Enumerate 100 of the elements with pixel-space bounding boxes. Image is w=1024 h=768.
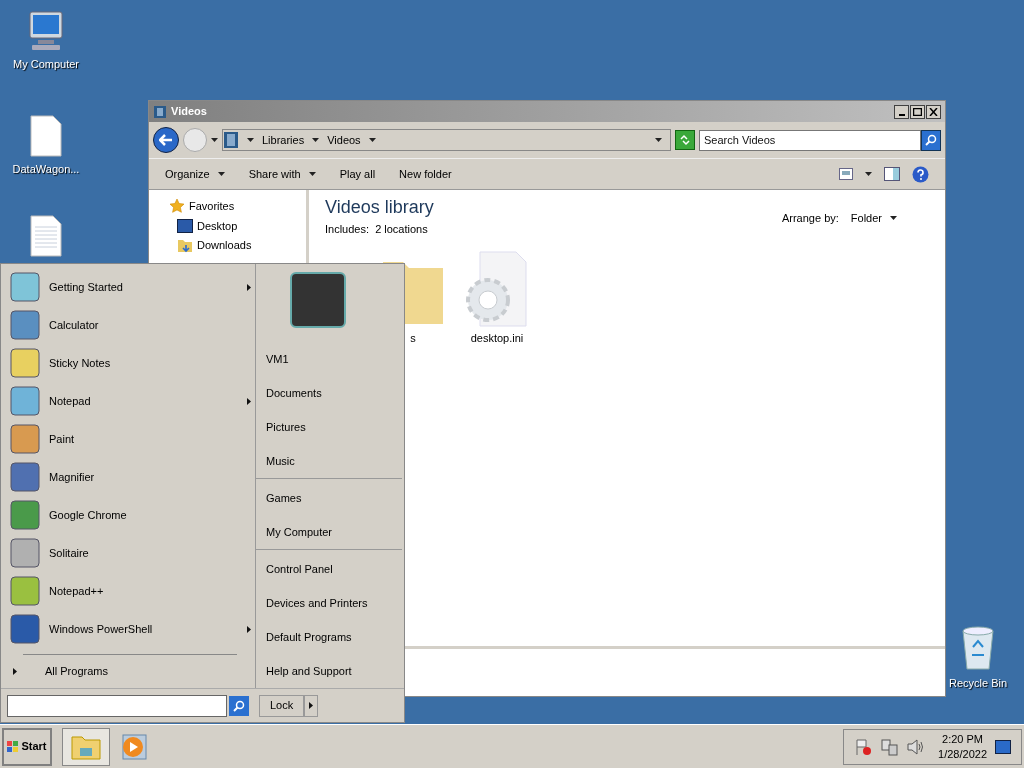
right-arrow-icon (309, 702, 314, 709)
breadcrumb[interactable]: Videos (327, 131, 361, 149)
back-button[interactable] (153, 127, 179, 153)
close-button[interactable] (926, 104, 941, 119)
right-arrow-icon (13, 667, 17, 675)
document-icon[interactable] (29, 215, 63, 257)
file-name[interactable]: desktop.ini (470, 329, 524, 346)
desktop-icon-label[interactable]: My Computer (13, 56, 79, 73)
program-icon (9, 347, 41, 379)
submenu-arrow-icon (247, 625, 251, 633)
breadcrumb-caret-icon (247, 138, 254, 142)
search-icon (233, 699, 245, 712)
program-item[interactable]: Sticky Notes (9, 344, 251, 382)
search-field[interactable] (7, 694, 227, 717)
toolbar-button[interactable]: Organize (161, 163, 229, 185)
breadcrumb-caret-icon (312, 138, 320, 142)
place-item[interactable]: Help and Support (256, 654, 402, 688)
program-item[interactable]: Windows PowerShell (9, 610, 251, 648)
caret-icon (308, 172, 316, 176)
breadcrumb[interactable]: Libraries (262, 131, 305, 149)
program-label: Notepad++ (49, 583, 105, 599)
refresh-button[interactable] (675, 130, 695, 150)
window-title: Videos (171, 104, 207, 120)
network-icon[interactable] (880, 737, 899, 756)
help-icon[interactable] (912, 165, 929, 183)
library-title: Videos library (325, 196, 434, 219)
history-caret-icon (211, 138, 218, 142)
program-icon (9, 309, 41, 341)
computer-icon[interactable] (26, 10, 66, 52)
place-item[interactable]: Documents (256, 376, 402, 410)
program-item[interactable]: Notepad (9, 382, 251, 420)
program-label: Calculator (49, 317, 100, 333)
program-item[interactable]: Magnifier (9, 458, 251, 496)
refresh-icon (679, 134, 691, 146)
program-item[interactable]: Notepad++ (9, 572, 251, 610)
toolbar-button[interactable]: Play all (335, 163, 380, 185)
search-button[interactable] (921, 129, 941, 151)
left-arrow-icon (159, 134, 173, 146)
toolbar-button[interactable]: Share with (244, 163, 320, 185)
preview-pane-icon[interactable] (884, 167, 900, 181)
arrange-dropdown[interactable]: Folder (850, 210, 897, 227)
taskbar-explorer-button[interactable] (62, 727, 110, 766)
nav-item[interactable]: Desktop (197, 217, 238, 234)
program-item[interactable]: Google Chrome (9, 496, 251, 534)
program-item[interactable]: Solitaire (9, 534, 251, 572)
file-item[interactable]: desktop.ini (457, 249, 537, 346)
place-item[interactable]: My Computer (256, 515, 402, 549)
windows-logo-icon (7, 740, 20, 753)
arrange-label: Arrange by: (781, 211, 839, 226)
all-programs-item[interactable]: All Programs (9, 656, 251, 686)
program-label: Notepad (49, 393, 92, 409)
program-icon (9, 461, 41, 493)
folder-icon (177, 237, 193, 254)
place-item[interactable]: Default Programs (256, 620, 402, 654)
desktop-icon-label[interactable]: DataWagon... (12, 161, 80, 178)
speaker-icon[interactable] (906, 737, 925, 756)
minimize-icon (898, 113, 905, 116)
recycle-bin-icon[interactable] (960, 625, 996, 671)
view-options-icon[interactable] (839, 168, 853, 180)
file-name[interactable]: s (410, 329, 416, 346)
minimize-button[interactable] (894, 104, 909, 119)
maximize-button[interactable] (910, 104, 925, 119)
place-item[interactable]: VM1 (256, 342, 402, 376)
place-item[interactable]: Music (256, 444, 402, 478)
submenu-arrow-icon (247, 283, 251, 291)
desktop-icon-label[interactable]: Recycle Bin (948, 675, 1008, 692)
program-item[interactable]: Calculator (9, 306, 251, 344)
program-label: Getting Started (49, 279, 124, 295)
place-item[interactable]: Control Panel (256, 552, 402, 586)
folder-icon (71, 733, 101, 760)
program-icon (9, 385, 41, 417)
start-button[interactable]: Start (2, 727, 52, 766)
desktop-icon (177, 218, 193, 233)
nav-item[interactable]: Downloads (197, 237, 252, 254)
lock-button[interactable]: Lock (259, 694, 305, 717)
document-icon[interactable] (29, 115, 63, 157)
search-field[interactable]: Search Videos (699, 129, 921, 151)
show-desktop-icon[interactable] (995, 739, 1011, 754)
address-dropdown-icon (655, 138, 662, 142)
program-icon (9, 575, 41, 607)
program-label: Paint (49, 431, 76, 447)
place-item[interactable]: Pictures (256, 410, 402, 444)
place-item[interactable]: Games (256, 481, 402, 515)
search-icon (925, 134, 937, 146)
nav-header[interactable]: Favorites (189, 198, 235, 215)
program-label: Magnifier (49, 469, 96, 485)
program-label: Sticky Notes (49, 355, 112, 371)
program-item[interactable]: Paint (9, 420, 251, 458)
program-item[interactable]: Getting Started (9, 268, 251, 306)
caret-icon (890, 216, 897, 221)
user-picture (290, 272, 346, 328)
place-item[interactable]: Devices and Printers (256, 586, 402, 620)
shutdown-options-button[interactable] (304, 694, 319, 717)
action-center-flag-icon[interactable] (854, 737, 873, 756)
address-bar[interactable]: Libraries Videos (222, 129, 671, 151)
toolbar-button[interactable]: New folder (395, 163, 456, 185)
star-icon (169, 198, 185, 215)
close-icon (929, 107, 938, 116)
program-icon (9, 423, 41, 455)
program-label: Solitaire (49, 545, 90, 561)
